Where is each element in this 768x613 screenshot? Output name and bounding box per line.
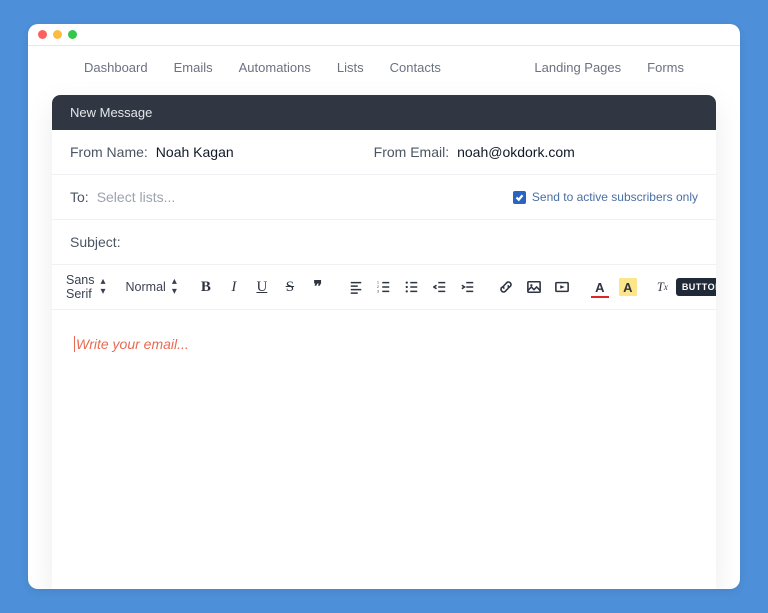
clear-format-icon[interactable]: Tx bbox=[657, 278, 668, 296]
svg-text:1: 1 bbox=[377, 281, 379, 285]
strikethrough-icon[interactable]: S bbox=[281, 278, 299, 296]
align-icon[interactable] bbox=[347, 278, 365, 296]
insert-button[interactable]: BUTTON bbox=[676, 278, 716, 296]
from-email-value[interactable]: noah@okdork.com bbox=[457, 144, 575, 160]
nav-lists[interactable]: Lists bbox=[337, 60, 364, 75]
indent-icon[interactable] bbox=[459, 278, 477, 296]
video-icon[interactable] bbox=[553, 278, 571, 296]
active-only-label: Send to active subscribers only bbox=[532, 190, 698, 204]
active-only-toggle[interactable]: Send to active subscribers only bbox=[513, 190, 698, 204]
unordered-list-icon[interactable] bbox=[403, 278, 421, 296]
font-size-dropdown[interactable]: Normal ▴▾ bbox=[126, 277, 177, 297]
bg-color-icon[interactable]: A bbox=[619, 278, 637, 296]
editor-body[interactable]: Write your email... bbox=[52, 310, 716, 589]
nav-landing-pages[interactable]: Landing Pages bbox=[534, 60, 621, 75]
editor-placeholder: Write your email... bbox=[76, 336, 189, 352]
to-row: To: Select lists... Send to active subsc… bbox=[52, 175, 716, 220]
from-email-label: From Email: bbox=[374, 144, 449, 160]
ordered-list-icon[interactable]: 123 bbox=[375, 278, 393, 296]
text-color-icon[interactable]: A bbox=[591, 278, 609, 296]
italic-icon[interactable]: I bbox=[225, 278, 243, 296]
from-name-label: From Name: bbox=[70, 144, 148, 160]
close-window-icon[interactable] bbox=[38, 30, 47, 39]
underline-icon[interactable]: U bbox=[253, 278, 271, 296]
minimize-window-icon[interactable] bbox=[53, 30, 62, 39]
svg-text:2: 2 bbox=[377, 285, 379, 289]
compose-header: New Message bbox=[52, 95, 716, 130]
to-label: To: bbox=[70, 189, 89, 205]
font-family-value: Sans Serif bbox=[66, 273, 95, 301]
maximize-window-icon[interactable] bbox=[68, 30, 77, 39]
caret-icon: ▴▾ bbox=[172, 277, 177, 297]
top-nav: Dashboard Emails Automations Lists Conta… bbox=[28, 46, 740, 95]
checkbox-icon bbox=[513, 191, 526, 204]
svg-text:3: 3 bbox=[377, 289, 379, 293]
nav-emails[interactable]: Emails bbox=[174, 60, 213, 75]
font-size-value: Normal bbox=[126, 280, 166, 294]
image-icon[interactable] bbox=[525, 278, 543, 296]
nav-automations[interactable]: Automations bbox=[239, 60, 311, 75]
outdent-icon[interactable] bbox=[431, 278, 449, 296]
nav-forms[interactable]: Forms bbox=[647, 60, 684, 75]
app-window: Dashboard Emails Automations Lists Conta… bbox=[28, 24, 740, 589]
from-name-value[interactable]: Noah Kagan bbox=[156, 144, 234, 160]
titlebar bbox=[28, 24, 740, 46]
from-row: From Name: Noah Kagan From Email: noah@o… bbox=[52, 130, 716, 175]
blockquote-icon[interactable]: ❞ bbox=[309, 278, 327, 296]
to-input[interactable]: Select lists... bbox=[97, 189, 176, 205]
subject-label: Subject: bbox=[70, 234, 121, 250]
nav-contacts[interactable]: Contacts bbox=[390, 60, 441, 75]
subject-row[interactable]: Subject: bbox=[52, 220, 716, 265]
caret-icon: ▴▾ bbox=[101, 277, 106, 297]
link-icon[interactable] bbox=[497, 278, 515, 296]
nav-dashboard[interactable]: Dashboard bbox=[84, 60, 148, 75]
content-area: New Message From Name: Noah Kagan From E… bbox=[28, 95, 740, 589]
compose-panel: New Message From Name: Noah Kagan From E… bbox=[52, 95, 716, 589]
font-family-dropdown[interactable]: Sans Serif ▴▾ bbox=[66, 273, 106, 301]
bold-icon[interactable]: B bbox=[197, 278, 215, 296]
editor-toolbar: Sans Serif ▴▾ Normal ▴▾ B I U S ❞ bbox=[52, 265, 716, 310]
